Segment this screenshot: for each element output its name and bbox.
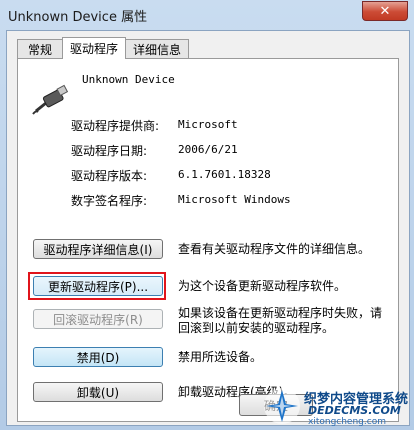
driver-details-desc: 查看有关驱动程序文件的详细信息。	[178, 242, 371, 256]
info-signer-label: 数字签名程序:	[71, 194, 148, 208]
window-title: Unknown Device 属性	[8, 10, 148, 25]
close-icon: ✕	[379, 3, 391, 19]
driver-details-button[interactable]: 驱动程序详细信息(I)	[33, 239, 163, 259]
watermark-logo-icon	[264, 388, 300, 424]
properties-dialog: Unknown Device 属性 ✕ 常规 驱动程序 详细信息 Unknown…	[0, 0, 414, 430]
rollback-driver-desc: 如果该设备在更新驱动程序时失败，请回滚到以前安装的驱动程序。	[178, 306, 383, 335]
usb-device-icon	[32, 84, 69, 115]
info-signer-value: Microsoft Windows	[178, 193, 291, 206]
info-version-label: 驱动程序版本:	[71, 169, 148, 183]
watermark-brand: DEDECMS.COM	[308, 404, 401, 417]
tab-details[interactable]: 详细信息	[125, 39, 189, 58]
info-version-value: 6.1.7601.18328	[178, 168, 271, 181]
close-button[interactable]: ✕	[362, 1, 408, 21]
tab-driver[interactable]: 驱动程序	[62, 37, 126, 59]
info-provider-value: Microsoft	[178, 118, 238, 131]
device-name: Unknown Device	[82, 73, 175, 86]
driver-panel: Unknown Device 驱动程序提供商: Microsoft 驱动程序日期…	[17, 58, 399, 422]
uninstall-button[interactable]: 卸载(U)	[33, 382, 163, 402]
watermark: 织梦内容管理系统 DEDECMS.COM xitongcheng.com	[252, 382, 414, 430]
info-date-label: 驱动程序日期:	[71, 144, 148, 158]
dialog-client: 常规 驱动程序 详细信息 Unknown Device 驱动程序提供商: Mic…	[6, 30, 410, 426]
disable-desc: 禁用所选设备。	[178, 350, 263, 364]
update-driver-desc: 为这个设备更新驱动程序软件。	[178, 279, 347, 293]
update-driver-button[interactable]: 更新驱动程序(P)...	[33, 276, 163, 296]
info-date-value: 2006/6/21	[178, 143, 238, 156]
watermark-url: xitongcheng.com	[308, 417, 386, 427]
tab-general[interactable]: 常规	[17, 39, 63, 58]
rollback-driver-button[interactable]: 回滚驱动程序(R)	[33, 309, 163, 329]
disable-button[interactable]: 禁用(D)	[33, 347, 163, 367]
info-provider-label: 驱动程序提供商:	[71, 119, 160, 133]
